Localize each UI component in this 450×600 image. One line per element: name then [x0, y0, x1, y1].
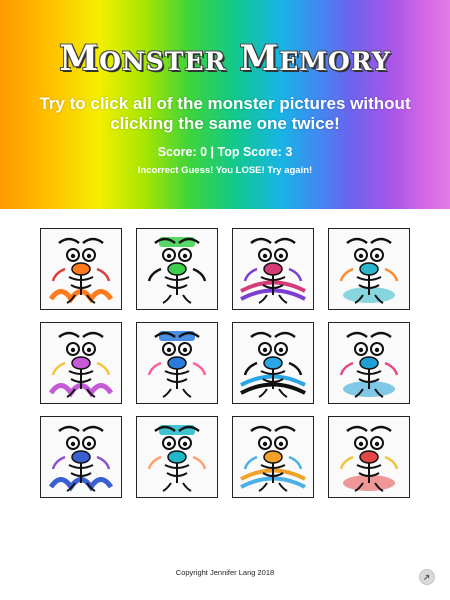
instructions-text: Try to click all of the monster pictures…: [39, 94, 411, 133]
monster-drawing: [137, 417, 217, 497]
monster-drawing: [41, 323, 121, 403]
monster-drawing: [41, 229, 121, 309]
monster-drawing: [233, 229, 313, 309]
monster-drawing: [329, 229, 409, 309]
status-message: Incorrect Guess! You LOSE! Try again!: [137, 165, 313, 176]
page-title: Monster Memory: [59, 38, 391, 79]
monster-card-8[interactable]: [328, 322, 410, 404]
monster-drawing: [233, 417, 313, 497]
copyright-text: Copyright Jennifer Lang 2018: [175, 568, 275, 577]
monster-card-4[interactable]: [328, 228, 410, 310]
monster-drawing: [329, 417, 409, 497]
monster-drawing: [137, 229, 217, 309]
monster-card-6[interactable]: [136, 322, 218, 404]
monster-drawing: [329, 323, 409, 403]
monster-card-2[interactable]: [136, 228, 218, 310]
monster-card-1[interactable]: [40, 228, 122, 310]
monster-card-3[interactable]: [232, 228, 314, 310]
header-banner: Monster Memory Try to click all of the m…: [0, 0, 450, 209]
monster-card-7[interactable]: [232, 322, 314, 404]
monster-card-10[interactable]: [136, 416, 218, 498]
score-display: Score: 0 | Top Score: 3: [157, 145, 293, 159]
share-icon: [424, 574, 430, 580]
monster-grid: [40, 228, 410, 498]
monster-card-11[interactable]: [232, 416, 314, 498]
share-button[interactable]: [419, 569, 435, 585]
monster-drawing: [41, 417, 121, 497]
monster-card-5[interactable]: [40, 322, 122, 404]
monster-card-12[interactable]: [328, 416, 410, 498]
monster-drawing: [233, 323, 313, 403]
monster-drawing: [137, 323, 217, 403]
monster-card-9[interactable]: [40, 416, 122, 498]
